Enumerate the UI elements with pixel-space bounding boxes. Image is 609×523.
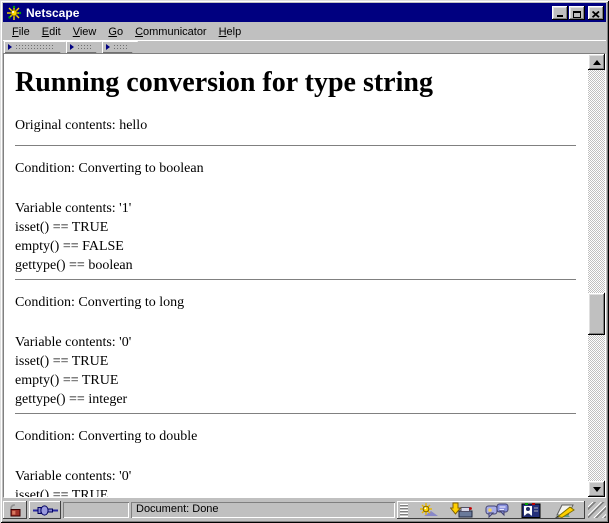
page-heading: Running conversion for type string [15, 67, 433, 98]
result-line: gettype() == integer [15, 392, 128, 407]
close-icon [592, 10, 600, 18]
expand-arrow-icon [106, 44, 110, 50]
scrollbar-thumb[interactable] [588, 293, 605, 335]
condition-text: Condition: Converting to boolean [15, 161, 204, 176]
horizontal-rule [15, 279, 576, 281]
maximize-button[interactable] [569, 5, 585, 20]
horizontal-rule [15, 145, 576, 147]
close-button[interactable] [588, 5, 604, 20]
result-line: Variable contents: '0' [15, 469, 132, 484]
component-bar [397, 501, 585, 519]
scroll-down-button[interactable] [588, 481, 605, 497]
menu-go[interactable]: Go [102, 25, 129, 39]
result-block: Variable contents: '0' isset() == TRUE [15, 467, 580, 497]
offline-toggle-button[interactable] [29, 501, 61, 519]
condition-text: Condition: Converting to double [15, 429, 198, 444]
maximize-icon [573, 10, 581, 18]
resize-grip[interactable] [588, 502, 606, 518]
title-bar[interactable]: Netscape [3, 3, 606, 22]
status-text: Document: Done [136, 503, 219, 515]
result-line: Variable contents: '1' [15, 201, 132, 216]
address-book-icon [521, 502, 541, 518]
result-block: Variable contents: '1' isset() == TRUE e… [15, 199, 580, 275]
minimize-button[interactable] [552, 5, 568, 20]
window-title: Netscape [26, 5, 80, 20]
result-line: Variable contents: '0' [15, 335, 132, 350]
navigator-button[interactable] [411, 502, 445, 518]
grip-dots [15, 44, 55, 50]
mailbox-button[interactable] [445, 502, 479, 518]
menu-help[interactable]: Help [213, 25, 248, 39]
down-arrow-icon [592, 486, 601, 492]
security-lock-icon [9, 504, 20, 517]
result-block: Variable contents: '0' isset() == TRUE e… [15, 333, 580, 409]
navigator-icon [420, 502, 439, 516]
netscape-logo-icon [6, 5, 22, 21]
document-view[interactable]: Running conversion for type string Origi… [4, 54, 588, 497]
up-arrow-icon [592, 59, 601, 65]
location-toolbar-tab[interactable] [66, 41, 102, 53]
window-controls [551, 5, 604, 20]
condition-text: Condition: Converting to long [15, 295, 185, 310]
menu-view[interactable]: View [67, 25, 103, 39]
intro-text: Original contents: hello [15, 118, 148, 133]
menu-communicator[interactable]: Communicator [129, 25, 213, 39]
browser-content-area: Running conversion for type string Origi… [3, 53, 606, 498]
composer-button[interactable] [548, 502, 582, 518]
composer-icon [554, 504, 575, 518]
grip-dots [77, 44, 91, 50]
grip-dots [113, 44, 127, 50]
scroll-up-button[interactable] [588, 54, 605, 70]
online-plug-icon [32, 504, 58, 516]
discussions-button[interactable] [479, 502, 513, 518]
security-button[interactable] [3, 501, 27, 519]
expand-arrow-icon [8, 44, 12, 50]
netscape-window: Netscape File Edit View Go Communicator … [0, 0, 609, 523]
menu-bar: File Edit View Go Communicator Help [3, 24, 606, 40]
address-book-button[interactable] [514, 502, 548, 518]
collapsed-toolbars [3, 40, 606, 53]
discussions-icon [485, 503, 508, 518]
result-line: gettype() == boolean [15, 258, 133, 273]
result-line: isset() == TRUE [15, 354, 109, 369]
component-bar-grip[interactable] [400, 503, 408, 517]
result-line: empty() == TRUE [15, 373, 119, 388]
status-message: Document: Done [131, 502, 395, 518]
menu-edit[interactable]: Edit [36, 25, 67, 39]
vertical-scrollbar[interactable] [588, 54, 605, 497]
result-line: isset() == TRUE [15, 220, 109, 235]
mailbox-icon [450, 502, 473, 517]
menu-file[interactable]: File [6, 25, 36, 39]
navigation-toolbar-tab[interactable] [4, 41, 66, 53]
personal-toolbar-tab[interactable] [102, 41, 138, 53]
minimize-icon [557, 14, 563, 17]
horizontal-rule [15, 413, 576, 415]
result-line: empty() == FALSE [15, 239, 124, 254]
result-line: isset() == TRUE [15, 488, 109, 497]
expand-arrow-icon [70, 44, 74, 50]
progress-bar [63, 502, 129, 518]
status-bar: Document: Done [3, 500, 606, 520]
